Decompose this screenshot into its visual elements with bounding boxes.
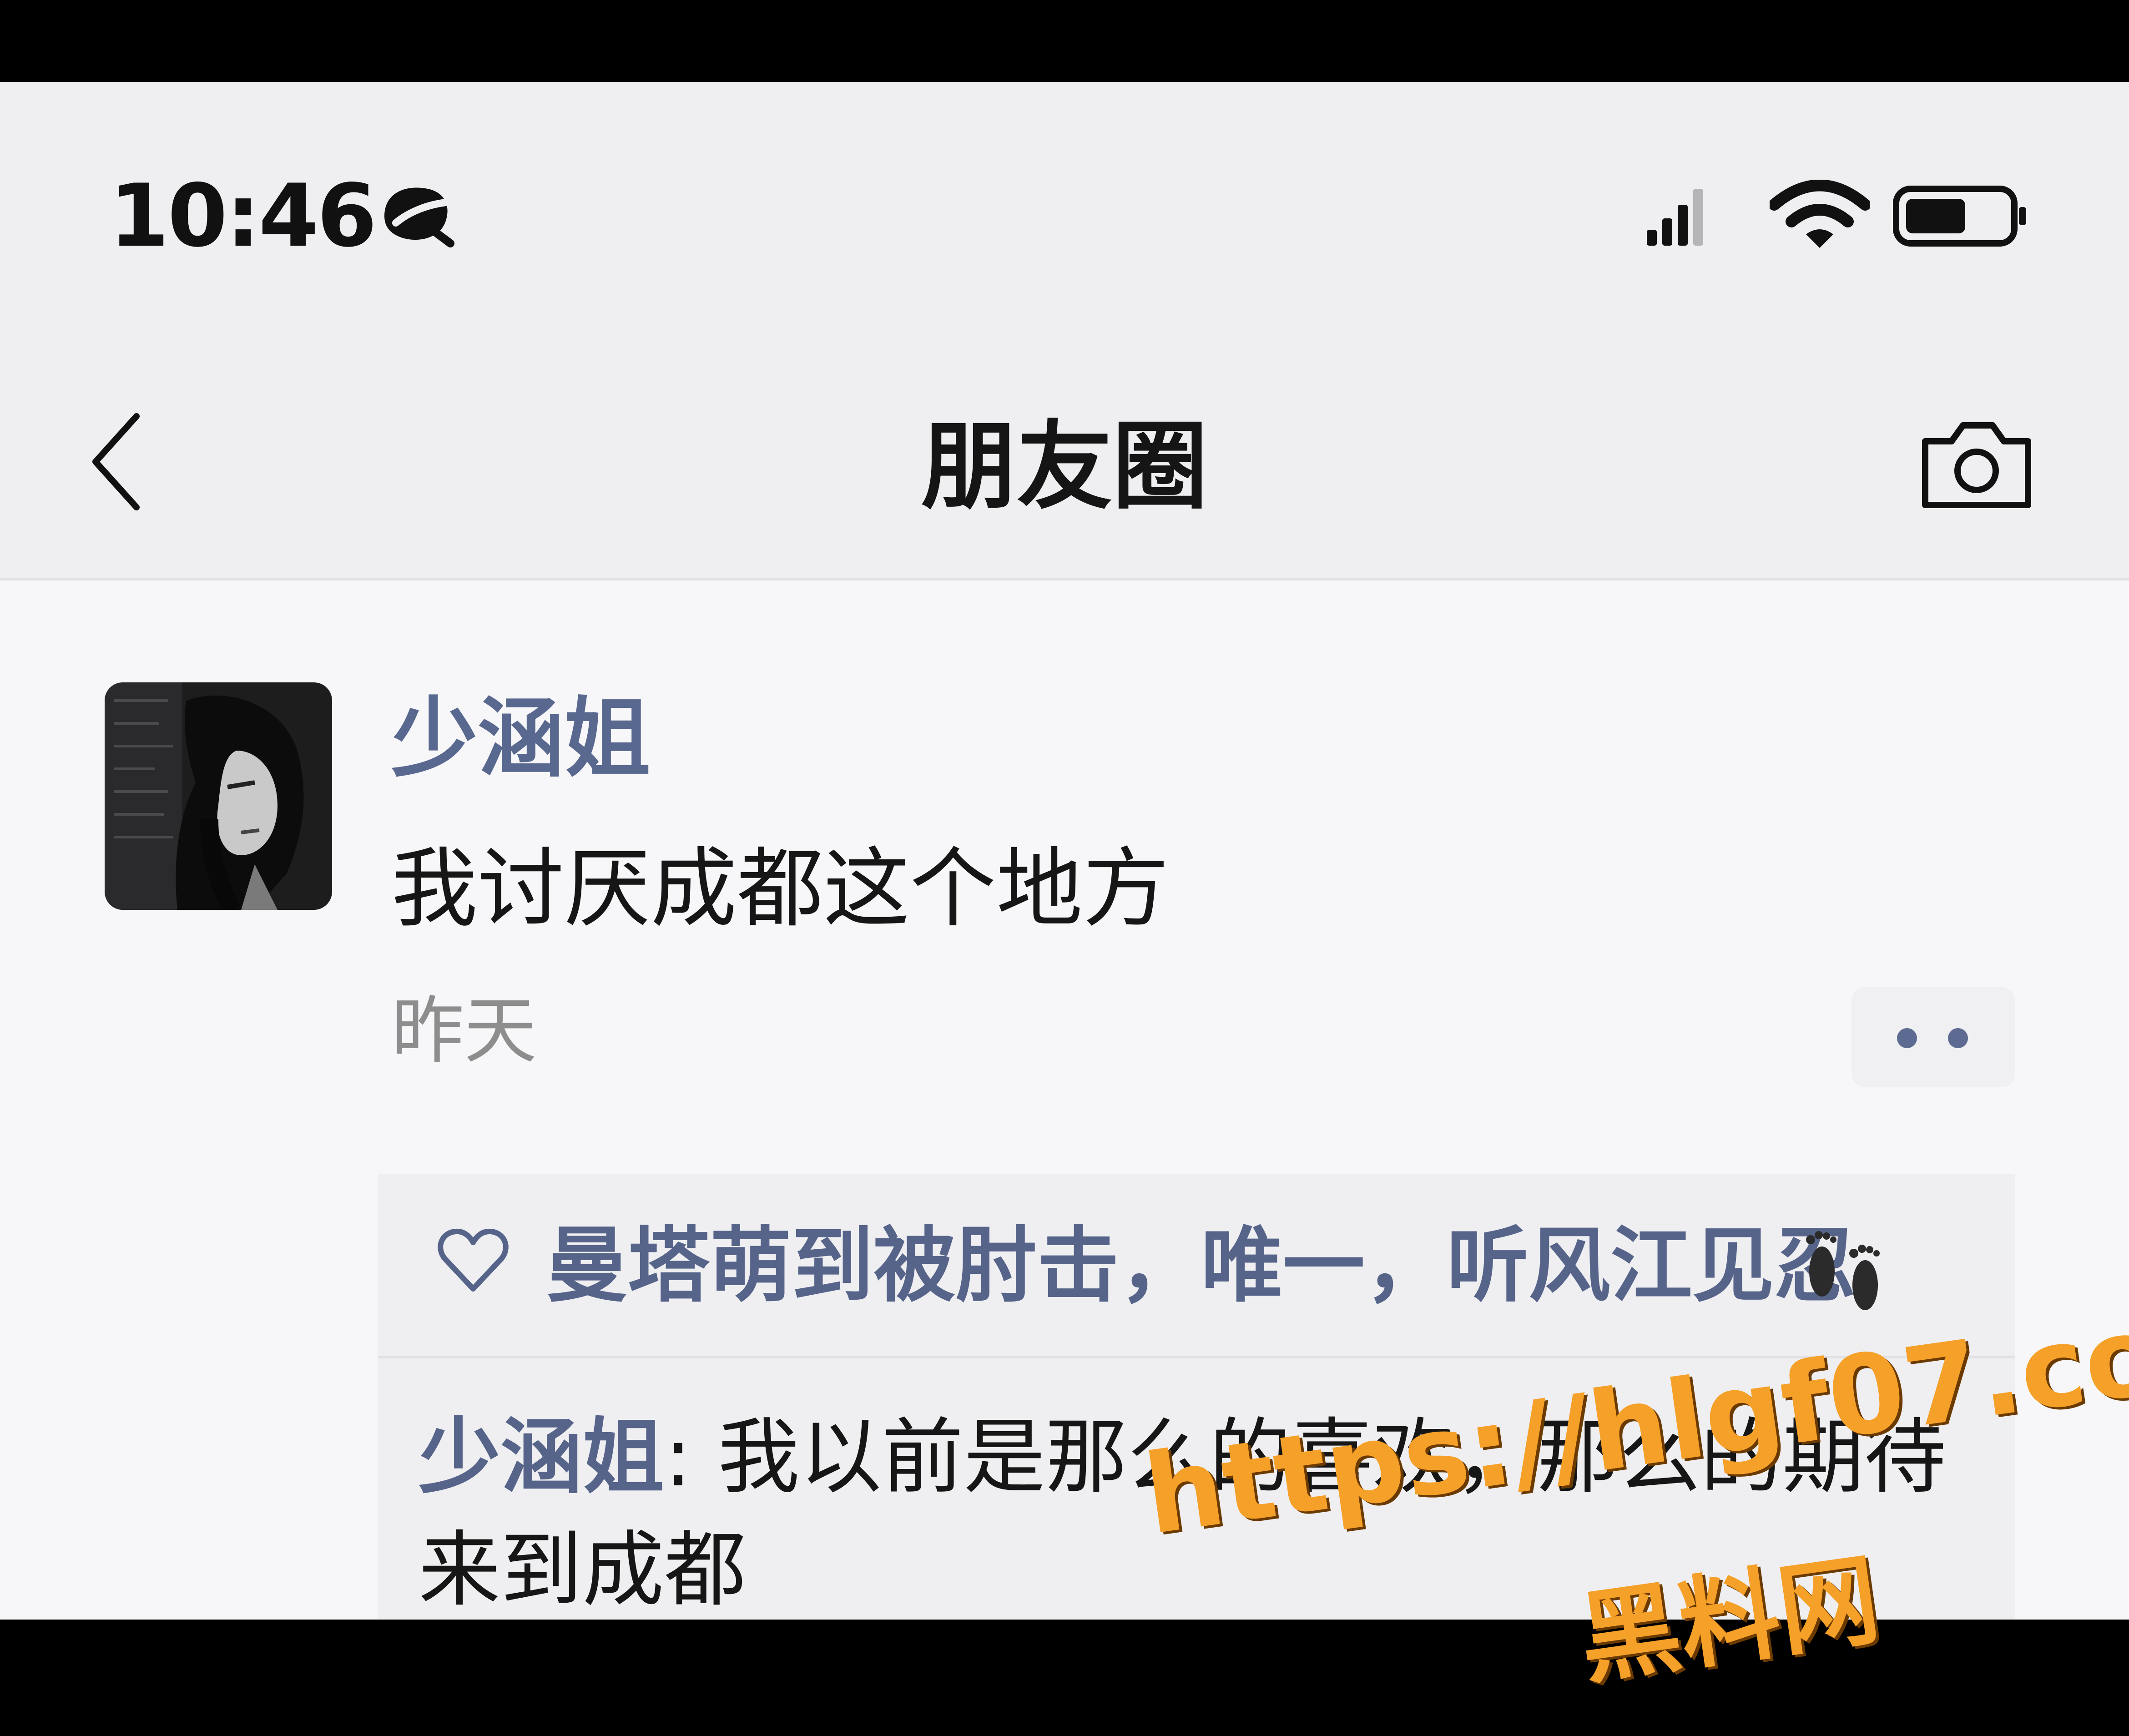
footprints-icon [1806,1231,1880,1310]
focus-mode-icon [384,187,454,247]
back-chevron-icon[interactable] [86,409,146,514]
post-timestamp: 昨天 [391,988,537,1073]
avatar[interactable] [105,682,332,910]
post-author-name[interactable]: 少涵姐 [391,687,651,791]
comment-separator: : [664,1410,718,1505]
post-text: 我讨厌成都这个地方 [391,838,1170,939]
heart-icon [438,1228,509,1292]
likes-row: 曼塔萌到被肘击，唯一，听风江见忍 [378,1174,2015,1356]
wifi-icon [1770,180,1870,248]
comment-author[interactable]: 少涵姐 [419,1410,664,1505]
battery-icon [1893,186,2026,247]
camera-icon[interactable] [1920,414,2033,514]
page-title: 朋友圈 [921,411,1208,522]
header-area: 10:46 朋友圈 [0,82,2129,578]
likes-names[interactable]: 曼塔萌到被肘击，唯一，听风江见忍 [546,1217,1856,1315]
more-dot-icon [1897,1028,1917,1048]
status-time: 10:46 [109,166,377,266]
header-divider [0,578,2129,580]
more-dot-icon [1948,1028,1968,1048]
more-actions-button[interactable] [1852,987,2015,1087]
cellular-signal-icon [1647,189,1703,246]
